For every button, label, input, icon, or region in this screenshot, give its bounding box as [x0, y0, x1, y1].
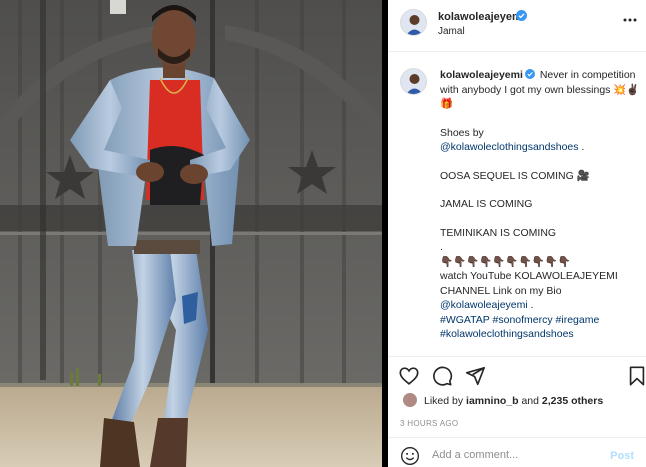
caption-avatar[interactable]: [400, 68, 427, 95]
caption-teminikan: TEMINIKAN IS COMING: [440, 226, 557, 239]
post-details-panel: kolawoleajeyemi Jamal kolawoleajeyemi Ne…: [388, 0, 646, 467]
post-timestamp[interactable]: 3 HOURS AGO: [400, 419, 458, 428]
caption-section: kolawoleajeyemi Never in competition wit…: [388, 60, 646, 352]
liker-avatar[interactable]: [402, 392, 418, 408]
emoji-icon[interactable]: [400, 446, 420, 466]
more-options-icon[interactable]: [622, 12, 638, 28]
caption-text: kolawoleajeyemi Never in competition wit…: [440, 68, 640, 342]
liker-username-link[interactable]: iamnino_b: [466, 395, 519, 407]
shoes-suffix: .: [578, 141, 585, 153]
comment-input[interactable]: [432, 446, 592, 464]
comment-bar: Post: [388, 437, 646, 467]
author-username[interactable]: kolawoleajeyemi: [438, 11, 525, 23]
caption-oosa: OOSA SEQUEL IS COMING 🎥: [440, 169, 590, 182]
caption-watch: watch YouTube KOLAWOLEAJEYEMI CHANNEL Li…: [440, 270, 618, 297]
caption-dot: .: [440, 241, 443, 253]
caption-jamal: JAMAL IS COMING: [440, 198, 533, 210]
verified-badge-icon: [516, 10, 527, 21]
post-comment-button[interactable]: Post: [610, 450, 634, 462]
bookmark-icon[interactable]: [626, 365, 646, 387]
avatar-image: [401, 69, 426, 94]
caption-shoes-by: Shoes by: [440, 126, 484, 139]
shoes-mention-link[interactable]: @kolawoleclothingsandshoes: [440, 141, 579, 153]
likes-prefix: Liked by: [424, 395, 467, 407]
caption-hashtags[interactable]: #WGATAP #sonofmercy #iregame #kolawolecl…: [440, 313, 640, 342]
likes-row: Liked by iamnino_b and 2,235 others: [388, 390, 646, 412]
post-header: kolawoleajeyemi Jamal: [388, 0, 646, 52]
likes-summary: Liked by iamnino_b and 2,235 others: [424, 395, 603, 407]
author-avatar[interactable]: [400, 9, 427, 36]
photo-illustration: [0, 0, 382, 467]
likes-others-link[interactable]: 2,235 others: [542, 395, 603, 407]
likes-middle: and: [518, 395, 542, 407]
verified-badge-icon: [524, 69, 535, 79]
post-location[interactable]: Jamal: [438, 26, 465, 37]
heart-icon[interactable]: [398, 365, 420, 387]
caption-pointing: 👇🏿👇🏿👇🏿👇🏿👇🏿👇🏿👇🏿👇🏿👇🏿👇🏿: [440, 255, 571, 268]
caption-username[interactable]: kolawoleajeyemi: [440, 69, 523, 81]
avatar-image: [401, 10, 426, 35]
post-photo[interactable]: [0, 0, 382, 467]
comment-icon[interactable]: [431, 365, 453, 387]
bio-suffix: .: [527, 299, 534, 311]
instagram-post-modal: kolawoleajeyemi Jamal kolawoleajeyemi Ne…: [0, 0, 646, 467]
bio-mention-link[interactable]: @kolawoleajeyemi: [440, 299, 528, 311]
share-icon[interactable]: [464, 365, 486, 387]
